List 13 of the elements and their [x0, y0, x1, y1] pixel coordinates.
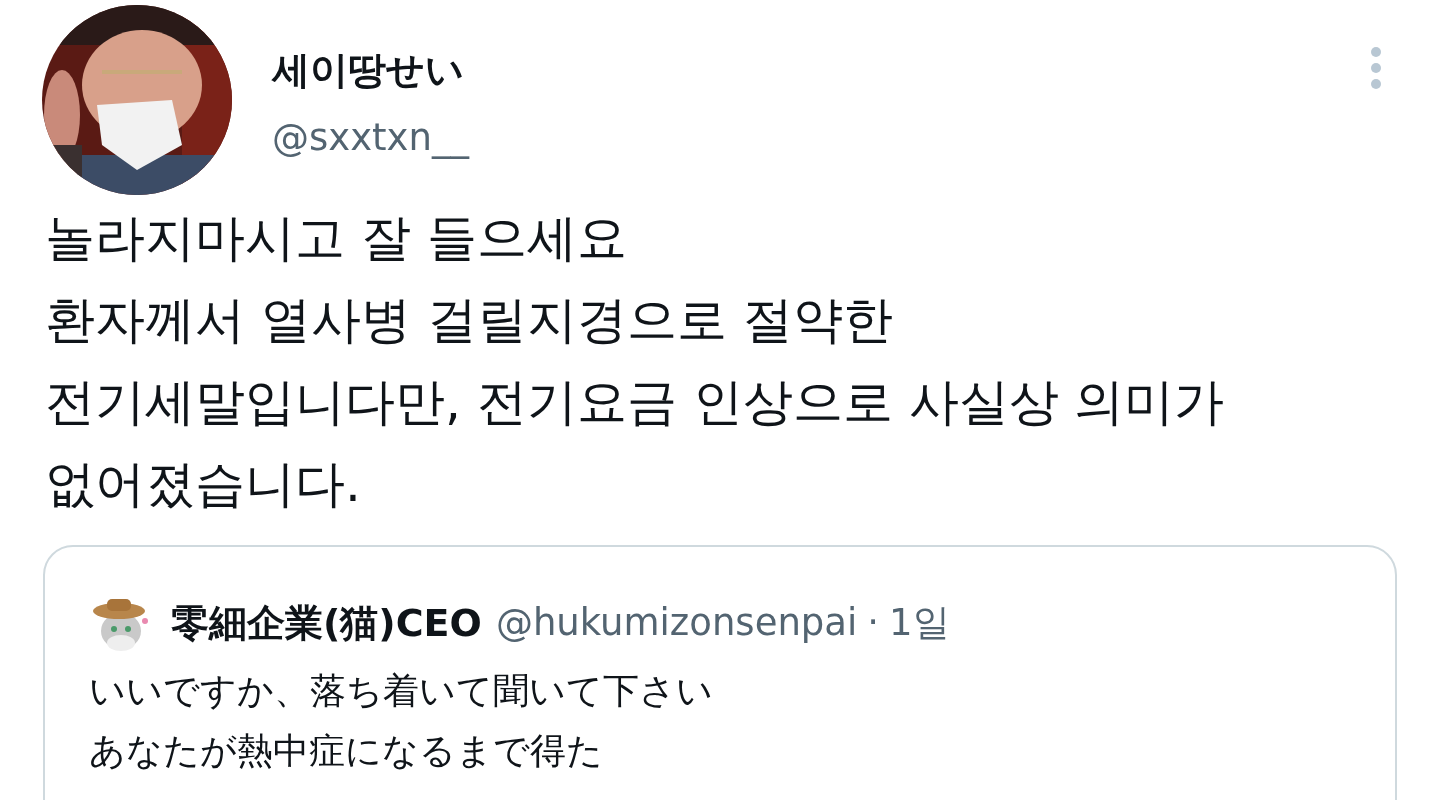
author-handle[interactable]: @sxxtxn__ [272, 113, 469, 163]
tweet-text-line: 환자께서 열사병 걸릴지경으로 절약한 [45, 290, 894, 351]
quoted-tweet-card[interactable]: 零細企業(猫)CEO @hukumizonsenpai · 1일 いいですか、落ち着いて聞いて下さい あなたが熱中症になるまで得た [43, 545, 1397, 800]
separator-dot: · [867, 600, 880, 647]
tweet-text-line: 없어졌습니다. [45, 454, 362, 515]
author-name[interactable]: 세이땅せい [272, 45, 469, 95]
quoted-author-name: 零細企業(猫)CEO [171, 599, 482, 647]
tweet-text-line: 놀라지마시고 잘 들으세요 [45, 208, 628, 269]
quoted-text-line: あなたが熱中症になるまで得た [89, 729, 604, 773]
tweet-text-line: 전기세말입니다만, 전기요금 인상으로 사실상 의미가 [45, 372, 1226, 433]
quoted-text-line: いいですか、落ち着いて聞いて下さい [89, 669, 714, 713]
quoted-tweet-time: 1일 [889, 600, 950, 647]
quoted-author-handle: @hukumizonsenpai [495, 600, 858, 647]
